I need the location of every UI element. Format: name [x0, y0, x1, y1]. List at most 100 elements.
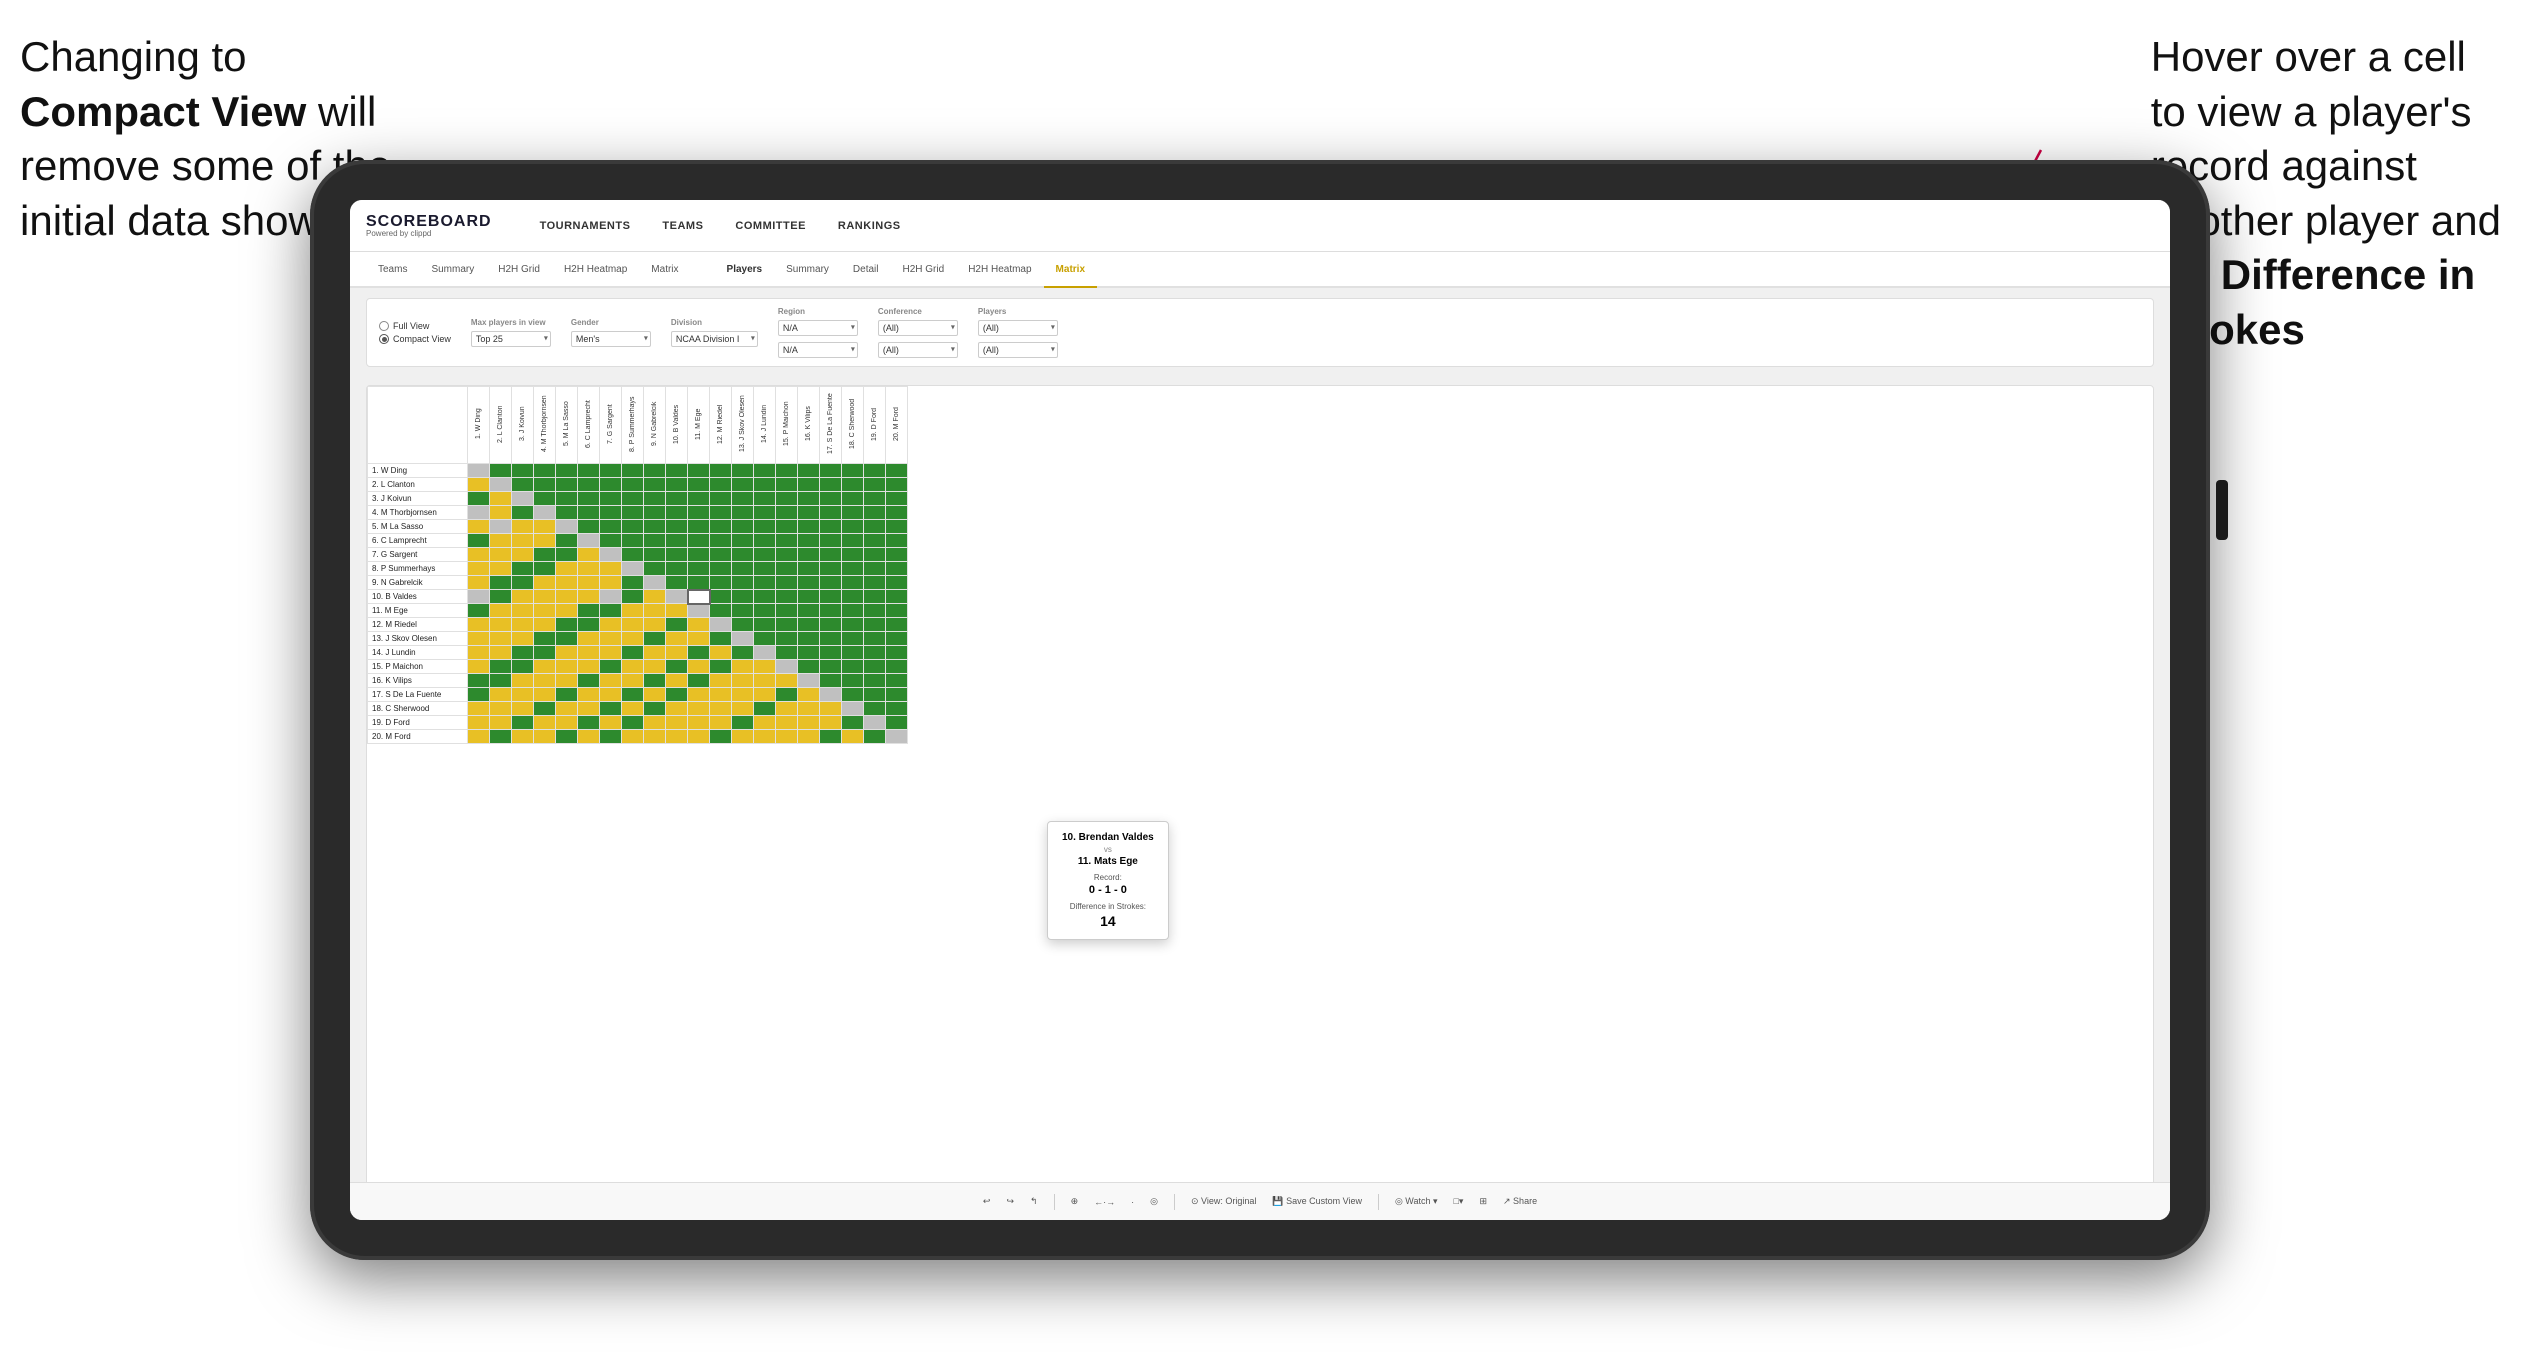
matrix-cell[interactable] [776, 604, 798, 618]
full-view-option[interactable]: Full View [379, 321, 451, 331]
matrix-cell[interactable] [600, 618, 622, 632]
matrix-cell[interactable] [754, 506, 776, 520]
matrix-cell[interactable] [688, 660, 710, 674]
matrix-cell[interactable] [644, 520, 666, 534]
matrix-cell[interactable] [556, 674, 578, 688]
matrix-cell[interactable] [666, 506, 688, 520]
tab-h2h-grid[interactable]: H2H Grid [486, 252, 552, 288]
matrix-cell[interactable] [842, 562, 864, 576]
matrix-cell[interactable] [886, 604, 908, 618]
matrix-cell[interactable] [754, 478, 776, 492]
matrix-cell[interactable] [534, 562, 556, 576]
full-view-radio[interactable] [379, 321, 389, 331]
matrix-cell[interactable] [710, 464, 732, 478]
matrix-cell[interactable] [468, 730, 490, 744]
matrix-cell[interactable] [776, 562, 798, 576]
matrix-cell[interactable] [710, 576, 732, 590]
matrix-cell[interactable] [468, 492, 490, 506]
matrix-cell[interactable] [512, 688, 534, 702]
matrix-cell[interactable] [864, 506, 886, 520]
matrix-cell[interactable] [622, 688, 644, 702]
matrix-cell[interactable] [776, 520, 798, 534]
matrix-cell[interactable] [534, 646, 556, 660]
matrix-cell[interactable] [776, 492, 798, 506]
matrix-cell[interactable] [798, 520, 820, 534]
matrix-cell[interactable] [512, 464, 534, 478]
tab-matrix[interactable]: Matrix [639, 252, 690, 288]
matrix-cell[interactable] [776, 576, 798, 590]
matrix-cell[interactable] [600, 562, 622, 576]
matrix-cell[interactable] [732, 534, 754, 548]
matrix-cell[interactable] [622, 660, 644, 674]
matrix-cell[interactable] [666, 590, 688, 604]
matrix-cell[interactable] [732, 576, 754, 590]
pan-button[interactable]: ←·→ [1094, 1197, 1115, 1207]
matrix-cell[interactable] [534, 478, 556, 492]
matrix-cell[interactable] [710, 604, 732, 618]
matrix-cell[interactable] [578, 576, 600, 590]
matrix-cell[interactable] [776, 548, 798, 562]
matrix-cell[interactable] [490, 674, 512, 688]
matrix-cell[interactable] [490, 730, 512, 744]
matrix-cell[interactable] [622, 618, 644, 632]
matrix-cell[interactable] [666, 618, 688, 632]
matrix-cell[interactable] [578, 604, 600, 618]
matrix-cell[interactable] [556, 590, 578, 604]
matrix-cell[interactable] [534, 590, 556, 604]
matrix-cell[interactable] [732, 478, 754, 492]
matrix-cell[interactable] [468, 506, 490, 520]
matrix-cell[interactable] [710, 520, 732, 534]
matrix-cell[interactable] [644, 492, 666, 506]
matrix-cell[interactable] [798, 604, 820, 618]
matrix-cell[interactable] [556, 520, 578, 534]
matrix-cell[interactable] [622, 632, 644, 646]
matrix-cell[interactable] [776, 646, 798, 660]
matrix-cell[interactable] [842, 576, 864, 590]
share-options-button[interactable]: □▾ [1454, 1196, 1464, 1207]
matrix-cell[interactable] [644, 660, 666, 674]
matrix-cell[interactable] [732, 520, 754, 534]
matrix-cell[interactable] [820, 506, 842, 520]
matrix-cell[interactable] [842, 548, 864, 562]
matrix-cell[interactable] [644, 534, 666, 548]
matrix-cell[interactable] [622, 464, 644, 478]
matrix-cell[interactable] [490, 632, 512, 646]
matrix-cell[interactable] [666, 562, 688, 576]
matrix-cell[interactable] [556, 716, 578, 730]
nav-committee[interactable]: COMMITTEE [735, 220, 806, 232]
tab-h2h-heatmap[interactable]: H2H Heatmap [552, 252, 639, 288]
matrix-cell[interactable] [666, 604, 688, 618]
matrix-cell[interactable] [864, 534, 886, 548]
matrix-cell[interactable] [886, 688, 908, 702]
matrix-cell[interactable] [600, 730, 622, 744]
matrix-cell[interactable] [556, 604, 578, 618]
matrix-cell[interactable] [556, 478, 578, 492]
matrix-cell[interactable] [886, 716, 908, 730]
matrix-cell[interactable] [864, 548, 886, 562]
matrix-cell[interactable] [820, 478, 842, 492]
matrix-cell[interactable] [842, 646, 864, 660]
matrix-cell[interactable] [798, 632, 820, 646]
division-select[interactable]: NCAA Division I [671, 331, 758, 347]
matrix-cell[interactable] [600, 716, 622, 730]
matrix-cell[interactable] [688, 702, 710, 716]
matrix-cell[interactable] [666, 534, 688, 548]
save-custom-view-button[interactable]: 💾 Save Custom View [1272, 1196, 1362, 1207]
matrix-cell[interactable] [666, 688, 688, 702]
matrix-cell[interactable] [490, 688, 512, 702]
matrix-cell[interactable] [886, 590, 908, 604]
matrix-cell[interactable] [468, 520, 490, 534]
matrix-cell[interactable] [600, 702, 622, 716]
matrix-cell[interactable] [512, 590, 534, 604]
players-select[interactable]: (All) [978, 320, 1058, 336]
matrix-cell[interactable] [754, 716, 776, 730]
matrix-cell[interactable] [754, 576, 776, 590]
matrix-cell[interactable] [578, 520, 600, 534]
matrix-cell[interactable] [666, 632, 688, 646]
tab-players[interactable]: Players [715, 252, 775, 288]
matrix-cell[interactable] [666, 576, 688, 590]
matrix-cell[interactable] [776, 730, 798, 744]
matrix-cell[interactable] [886, 548, 908, 562]
matrix-cell[interactable] [754, 618, 776, 632]
matrix-cell[interactable] [600, 604, 622, 618]
